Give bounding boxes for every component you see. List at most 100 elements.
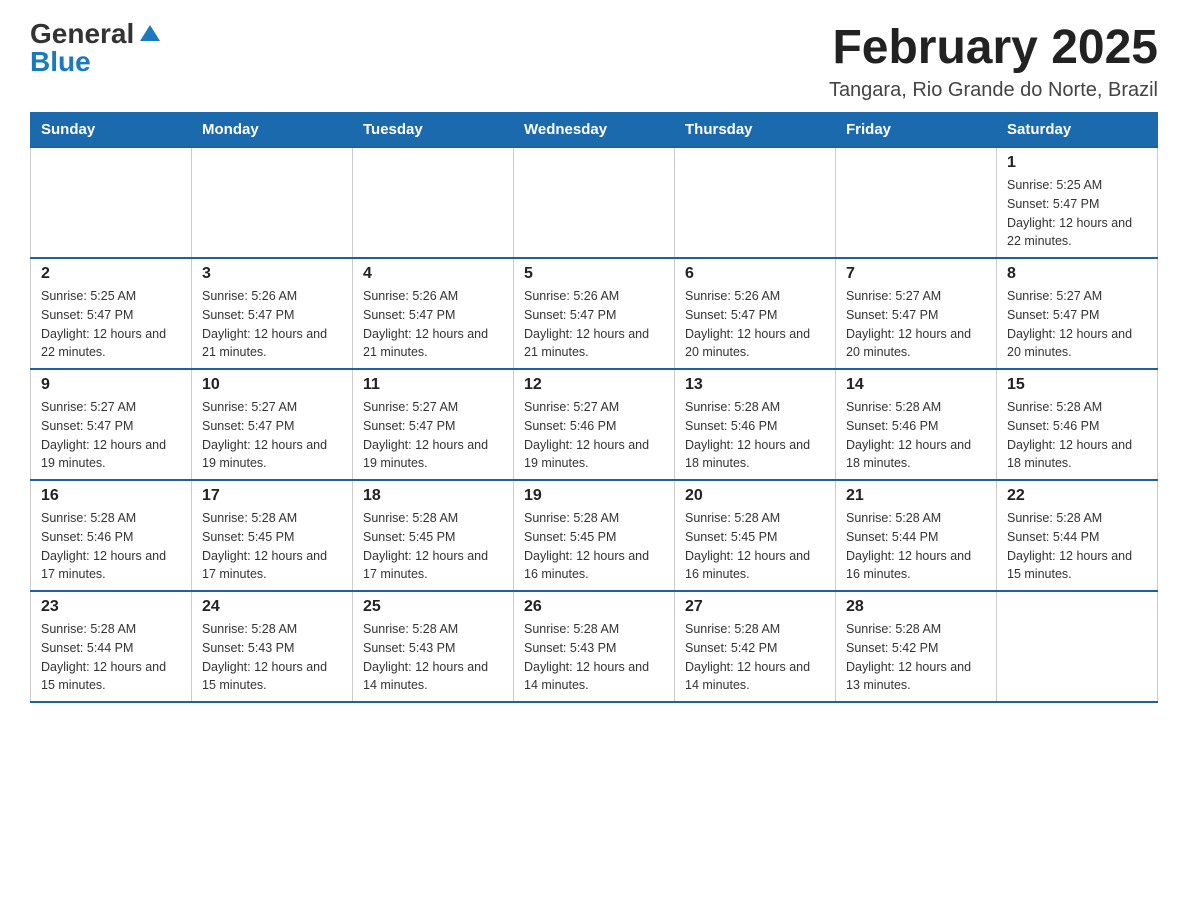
calendar-cell: 22 Sunrise: 5:28 AMSunset: 5:44 PMDayligh…	[997, 480, 1158, 591]
header-monday: Monday	[192, 113, 353, 148]
day-number: 23	[41, 598, 181, 616]
day-info: Sunrise: 5:28 AMSunset: 5:44 PMDaylight:…	[1007, 509, 1147, 584]
calendar-cell: 13Sunrise: 5:28 AMSunset: 5:46 PMDayligh…	[675, 369, 836, 480]
calendar-cell: 24 Sunrise: 5:28 AMSunset: 5:43 PMDayligh…	[192, 591, 353, 702]
day-number: 21	[846, 487, 986, 505]
day-info: Sunrise: 5:28 AMSunset: 5:42 PMDaylight:…	[846, 620, 986, 695]
day-info: Sunrise: 5:28 AMSunset: 5:45 PMDaylight:…	[363, 509, 503, 584]
calendar-cell: 23Sunrise: 5:28 AMSunset: 5:44 PMDayligh…	[31, 591, 192, 702]
calendar-cell: 3Sunrise: 5:26 AMSunset: 5:47 PMDaylight…	[192, 258, 353, 369]
header-wednesday: Wednesday	[514, 113, 675, 148]
header-friday: Friday	[836, 113, 997, 148]
day-number: 26	[524, 598, 664, 616]
calendar-cell: 1Sunrise: 5:25 AMSunset: 5:47 PMDaylight…	[997, 147, 1158, 258]
day-number: 28	[846, 598, 986, 616]
logo-triangle-icon	[140, 25, 160, 41]
logo-blue-text: Blue	[30, 48, 91, 76]
week-row-1: 1Sunrise: 5:25 AMSunset: 5:47 PMDaylight…	[31, 147, 1158, 258]
calendar-cell	[997, 591, 1158, 702]
calendar-table: SundayMondayTuesdayWednesdayThursdayFrid…	[30, 112, 1158, 703]
day-info: Sunrise: 5:28 AMSunset: 5:43 PMDaylight:…	[202, 620, 342, 695]
day-info: Sunrise: 5:28 AMSunset: 5:46 PMDaylight:…	[846, 398, 986, 473]
day-info: Sunrise: 5:27 AMSunset: 5:46 PMDaylight:…	[524, 398, 664, 473]
calendar-cell: 28 Sunrise: 5:28 AMSunset: 5:42 PMDayligh…	[836, 591, 997, 702]
header-sunday: Sunday	[31, 113, 192, 148]
calendar-header-row: SundayMondayTuesdayWednesdayThursdayFrid…	[31, 113, 1158, 148]
week-row-5: 23Sunrise: 5:28 AMSunset: 5:44 PMDayligh…	[31, 591, 1158, 702]
calendar-cell: 17Sunrise: 5:28 AMSunset: 5:45 PMDayligh…	[192, 480, 353, 591]
calendar-cell: 6 Sunrise: 5:26 AMSunset: 5:47 PMDaylight…	[675, 258, 836, 369]
calendar-cell: 14 Sunrise: 5:28 AMSunset: 5:46 PMDayligh…	[836, 369, 997, 480]
day-number: 15	[1007, 376, 1147, 394]
calendar-cell: 2 Sunrise: 5:25 AMSunset: 5:47 PMDaylight…	[31, 258, 192, 369]
day-info: Sunrise: 5:28 AMSunset: 5:43 PMDaylight:…	[524, 620, 664, 695]
calendar-cell: 16 Sunrise: 5:28 AMSunset: 5:46 PMDayligh…	[31, 480, 192, 591]
calendar-cell	[836, 147, 997, 258]
logo-general-text: General	[30, 20, 134, 48]
calendar-cell: 20 Sunrise: 5:28 AMSunset: 5:45 PMDayligh…	[675, 480, 836, 591]
day-number: 6	[685, 265, 825, 283]
day-info: Sunrise: 5:28 AMSunset: 5:45 PMDaylight:…	[524, 509, 664, 584]
day-info: Sunrise: 5:28 AMSunset: 5:43 PMDaylight:…	[363, 620, 503, 695]
calendar-cell: 27 Sunrise: 5:28 AMSunset: 5:42 PMDayligh…	[675, 591, 836, 702]
day-number: 1	[1007, 154, 1147, 172]
day-info: Sunrise: 5:26 AMSunset: 5:47 PMDaylight:…	[524, 287, 664, 362]
day-number: 27	[685, 598, 825, 616]
day-info: Sunrise: 5:26 AMSunset: 5:47 PMDaylight:…	[685, 287, 825, 362]
day-number: 16	[41, 487, 181, 505]
day-info: Sunrise: 5:27 AMSunset: 5:47 PMDaylight:…	[202, 398, 342, 473]
calendar-cell: 7 Sunrise: 5:27 AMSunset: 5:47 PMDaylight…	[836, 258, 997, 369]
week-row-4: 16 Sunrise: 5:28 AMSunset: 5:46 PMDayligh…	[31, 480, 1158, 591]
day-number: 9	[41, 376, 181, 394]
calendar-cell	[675, 147, 836, 258]
calendar-cell: 9 Sunrise: 5:27 AMSunset: 5:47 PMDaylight…	[31, 369, 192, 480]
day-info: Sunrise: 5:26 AMSunset: 5:47 PMDaylight:…	[202, 287, 342, 362]
day-info: Sunrise: 5:28 AMSunset: 5:45 PMDaylight:…	[685, 509, 825, 584]
calendar-cell: 21 Sunrise: 5:28 AMSunset: 5:44 PMDayligh…	[836, 480, 997, 591]
day-number: 11	[363, 376, 503, 394]
day-number: 20	[685, 487, 825, 505]
day-info: Sunrise: 5:28 AMSunset: 5:42 PMDaylight:…	[685, 620, 825, 695]
day-number: 14	[846, 376, 986, 394]
calendar-cell: 19 Sunrise: 5:28 AMSunset: 5:45 PMDayligh…	[514, 480, 675, 591]
day-info: Sunrise: 5:27 AMSunset: 5:47 PMDaylight:…	[41, 398, 181, 473]
day-number: 24	[202, 598, 342, 616]
calendar-cell	[192, 147, 353, 258]
day-number: 22	[1007, 487, 1147, 505]
day-number: 17	[202, 487, 342, 505]
calendar-cell: 10 Sunrise: 5:27 AMSunset: 5:47 PMDayligh…	[192, 369, 353, 480]
calendar-cell: 4Sunrise: 5:26 AMSunset: 5:47 PMDaylight…	[353, 258, 514, 369]
calendar-cell: 25 Sunrise: 5:28 AMSunset: 5:43 PMDayligh…	[353, 591, 514, 702]
day-number: 12	[524, 376, 664, 394]
day-info: Sunrise: 5:28 AMSunset: 5:44 PMDaylight:…	[846, 509, 986, 584]
calendar-cell	[353, 147, 514, 258]
calendar-cell: 5 Sunrise: 5:26 AMSunset: 5:47 PMDaylight…	[514, 258, 675, 369]
calendar-cell: 18 Sunrise: 5:28 AMSunset: 5:45 PMDayligh…	[353, 480, 514, 591]
day-number: 2	[41, 265, 181, 283]
calendar-cell: 26 Sunrise: 5:28 AMSunset: 5:43 PMDayligh…	[514, 591, 675, 702]
day-info: Sunrise: 5:28 AMSunset: 5:46 PMDaylight:…	[685, 398, 825, 473]
calendar-cell: 8Sunrise: 5:27 AMSunset: 5:47 PMDaylight…	[997, 258, 1158, 369]
day-info: Sunrise: 5:28 AMSunset: 5:46 PMDaylight:…	[41, 509, 181, 584]
week-row-2: 2 Sunrise: 5:25 AMSunset: 5:47 PMDaylight…	[31, 258, 1158, 369]
day-info: Sunrise: 5:27 AMSunset: 5:47 PMDaylight:…	[363, 398, 503, 473]
title-block: February 2025 Tangara, Rio Grande do Nor…	[829, 20, 1158, 102]
day-number: 19	[524, 487, 664, 505]
calendar-cell: 11 Sunrise: 5:27 AMSunset: 5:47 PMDayligh…	[353, 369, 514, 480]
day-info: Sunrise: 5:27 AMSunset: 5:47 PMDaylight:…	[846, 287, 986, 362]
day-number: 5	[524, 265, 664, 283]
calendar-title: February 2025	[829, 20, 1158, 75]
day-number: 25	[363, 598, 503, 616]
calendar-cell	[514, 147, 675, 258]
day-number: 8	[1007, 265, 1147, 283]
calendar-subtitle: Tangara, Rio Grande do Norte, Brazil	[829, 79, 1158, 102]
week-row-3: 9 Sunrise: 5:27 AMSunset: 5:47 PMDaylight…	[31, 369, 1158, 480]
day-number: 10	[202, 376, 342, 394]
header-saturday: Saturday	[997, 113, 1158, 148]
day-number: 7	[846, 265, 986, 283]
calendar-cell: 15Sunrise: 5:28 AMSunset: 5:46 PMDayligh…	[997, 369, 1158, 480]
day-info: Sunrise: 5:25 AMSunset: 5:47 PMDaylight:…	[41, 287, 181, 362]
header-thursday: Thursday	[675, 113, 836, 148]
day-number: 18	[363, 487, 503, 505]
page-header: General Blue February 2025 Tangara, Rio …	[30, 20, 1158, 102]
